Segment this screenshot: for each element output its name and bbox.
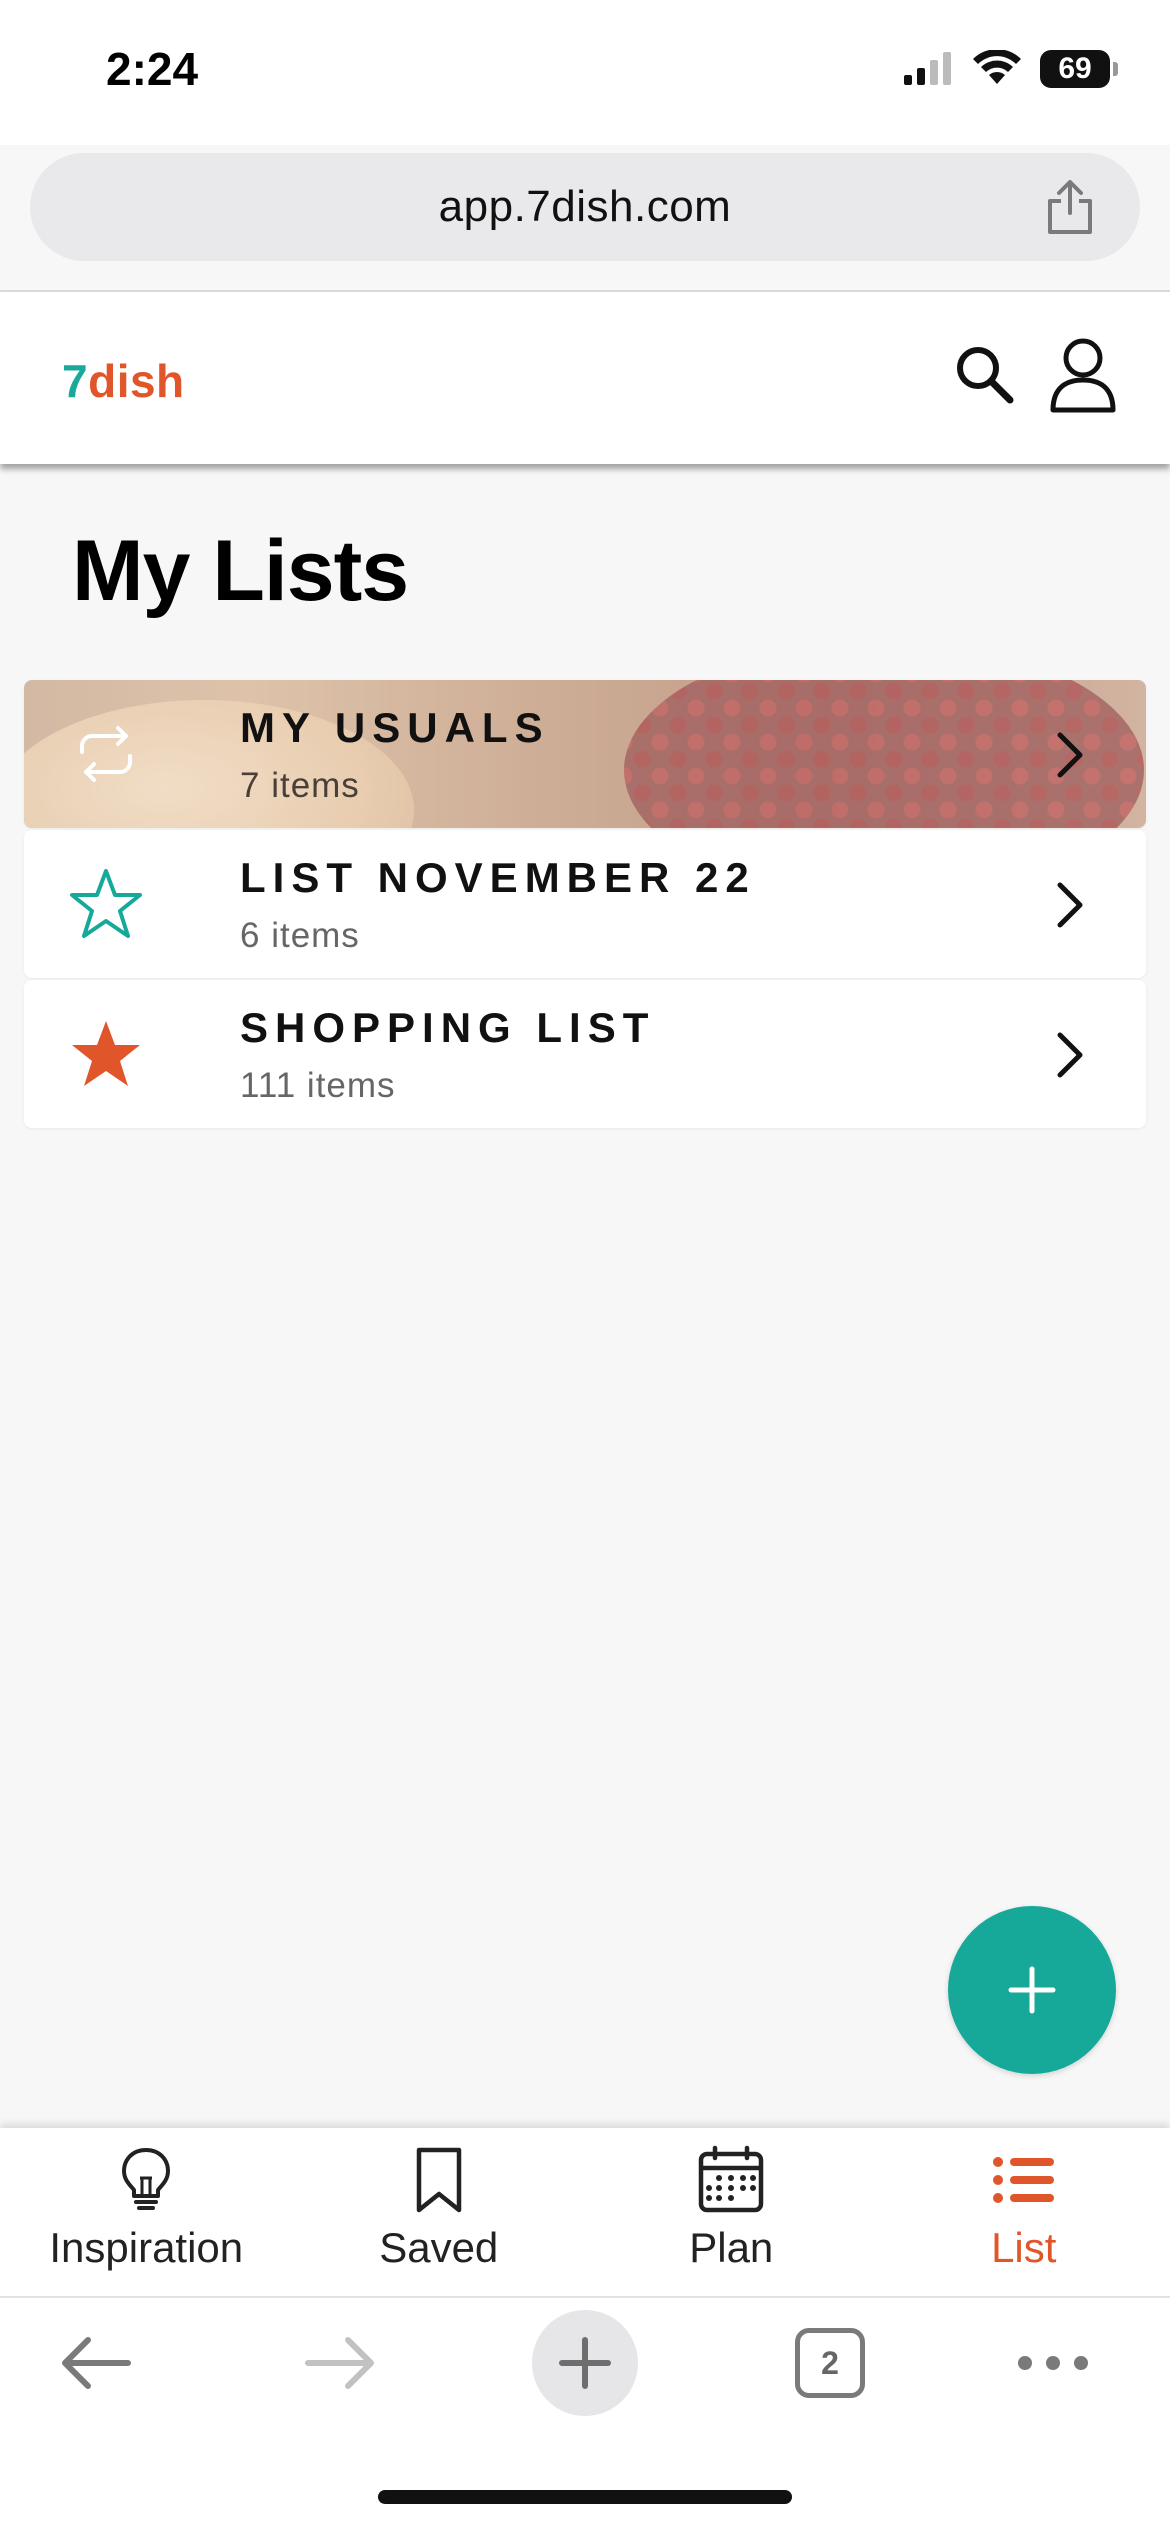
list-title: SHOPPING LIST [240,1004,656,1051]
logo-text: dish [88,355,185,407]
list-title: LIST NOVEMBER 22 [240,854,756,901]
add-list-button[interactable] [948,1906,1116,2074]
chevron-right-icon [1057,732,1083,778]
list-count: 111 items [240,1066,396,1105]
nav-item-plan[interactable]: Plan [585,2128,878,2296]
forward-arrow-icon[interactable] [302,2328,378,2398]
home-indicator [378,2490,792,2504]
list-title: MY USUALS [240,704,550,751]
logo-prefix: 7 [62,355,89,407]
bookmark-icon [416,2147,461,2213]
calendar-icon [699,2145,764,2213]
nav-item-inspiration[interactable]: Inspiration [0,2128,293,2296]
list-item-my-usuals[interactable]: MY USUALS 7 items [24,680,1146,828]
star-filled-icon [72,1021,140,1086]
battery-indicator: 69 [1040,50,1118,88]
plus-icon [559,2337,611,2389]
list-icon [992,2157,1054,2203]
list-item-shopping-list[interactable]: SHOPPING LIST 111 items [24,980,1146,1128]
plus-icon [1008,1966,1056,2014]
status-icons: 69 [902,50,1118,88]
url-bar[interactable]: app.7dish.com [30,153,1140,261]
page-title: My Lists [72,523,409,619]
back-arrow-icon[interactable] [58,2328,134,2398]
star-outline-icon [70,869,142,938]
wifi-icon [973,50,1021,84]
new-tab-button[interactable] [532,2310,638,2416]
nav-item-saved[interactable]: Saved [293,2128,586,2296]
nav-label: Inspiration [49,2224,244,2271]
more-icon[interactable] [1015,2350,1091,2376]
status-time: 2:24 [106,43,199,95]
bottom-nav: Inspiration Saved Plan List [0,2128,1170,2296]
status-bar: 2:24 69 [0,0,1170,145]
nav-label: Plan [689,2224,774,2271]
app-header: 7dish [0,292,1170,464]
list-count: 6 items [240,916,360,955]
repeat-icon [80,726,132,782]
nav-item-list[interactable]: List [878,2128,1170,2296]
nav-label: List [991,2224,1057,2271]
tabs-button[interactable]: 2 [795,2328,865,2398]
share-icon[interactable] [1040,177,1100,237]
cellular-signal-icon [904,52,951,85]
chevron-right-icon [1057,882,1083,928]
lightbulb-icon [122,2148,171,2210]
search-icon[interactable] [950,340,1020,410]
url-text: app.7dish.com [438,182,732,231]
profile-icon[interactable] [1048,336,1118,414]
list-item-list-november-22[interactable]: LIST NOVEMBER 22 6 items [24,830,1146,978]
nav-label: Saved [379,2224,499,2271]
chevron-right-icon [1057,1032,1083,1078]
list-count: 7 items [240,766,360,805]
logo[interactable]: 7dish [62,354,185,408]
